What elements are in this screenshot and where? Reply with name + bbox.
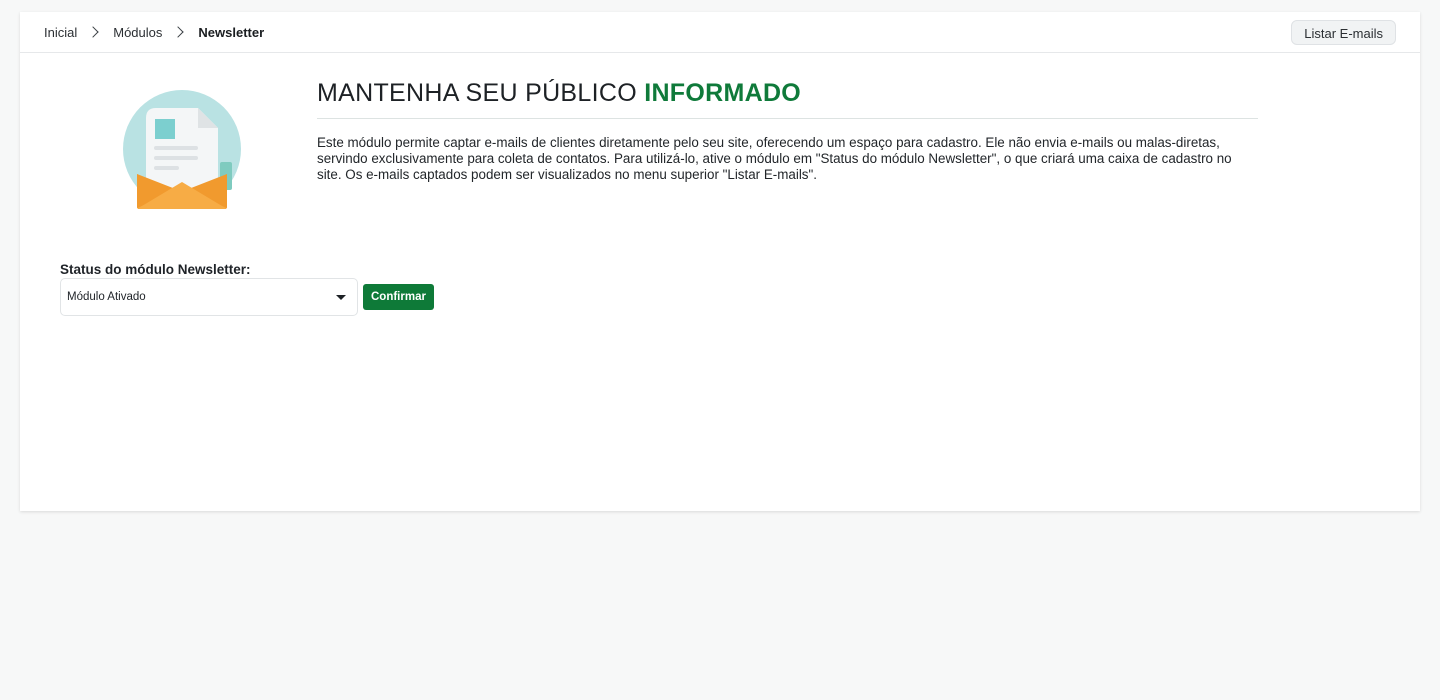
chevron-right-icon bbox=[172, 26, 185, 38]
caret-down-icon bbox=[336, 295, 346, 300]
status-select[interactable]: Módulo Ativado bbox=[60, 278, 358, 316]
status-selected-value: Módulo Ativado bbox=[67, 291, 146, 303]
chevron-right-icon bbox=[87, 26, 99, 38]
page-title-main: MANTENHA SEU PÚBLICO bbox=[317, 79, 645, 107]
breadcrumb: Inicial Módulos Newsletter bbox=[44, 25, 264, 40]
top-bar: Inicial Módulos Newsletter Listar E-mail… bbox=[20, 12, 1420, 53]
confirm-button[interactable]: Confirmar bbox=[363, 284, 434, 310]
breadcrumb-newsletter: Newsletter bbox=[198, 24, 265, 40]
breadcrumb-home[interactable]: Inicial bbox=[44, 25, 77, 40]
breadcrumb-modules[interactable]: Módulos bbox=[113, 25, 162, 40]
intro-section: MANTENHA SEU PÚBLICO INFORMADO Este módu… bbox=[317, 78, 1258, 183]
page-card: Inicial Módulos Newsletter Listar E-mail… bbox=[20, 12, 1420, 511]
page-title-accent: INFORMADO bbox=[644, 79, 802, 107]
status-form-row: Módulo Ativado Confirmar bbox=[60, 278, 434, 316]
module-description: Este módulo permite captar e-mails de cl… bbox=[317, 135, 1232, 182]
status-label: Status do módulo Newsletter: bbox=[60, 262, 251, 277]
page-title: MANTENHA SEU PÚBLICO INFORMADO bbox=[317, 78, 1258, 119]
list-emails-button[interactable]: Listar E-mails bbox=[1291, 19, 1396, 45]
newsletter-envelope-icon bbox=[120, 82, 250, 217]
status-form: Status do módulo Newsletter: Módulo Ativ… bbox=[60, 262, 434, 316]
